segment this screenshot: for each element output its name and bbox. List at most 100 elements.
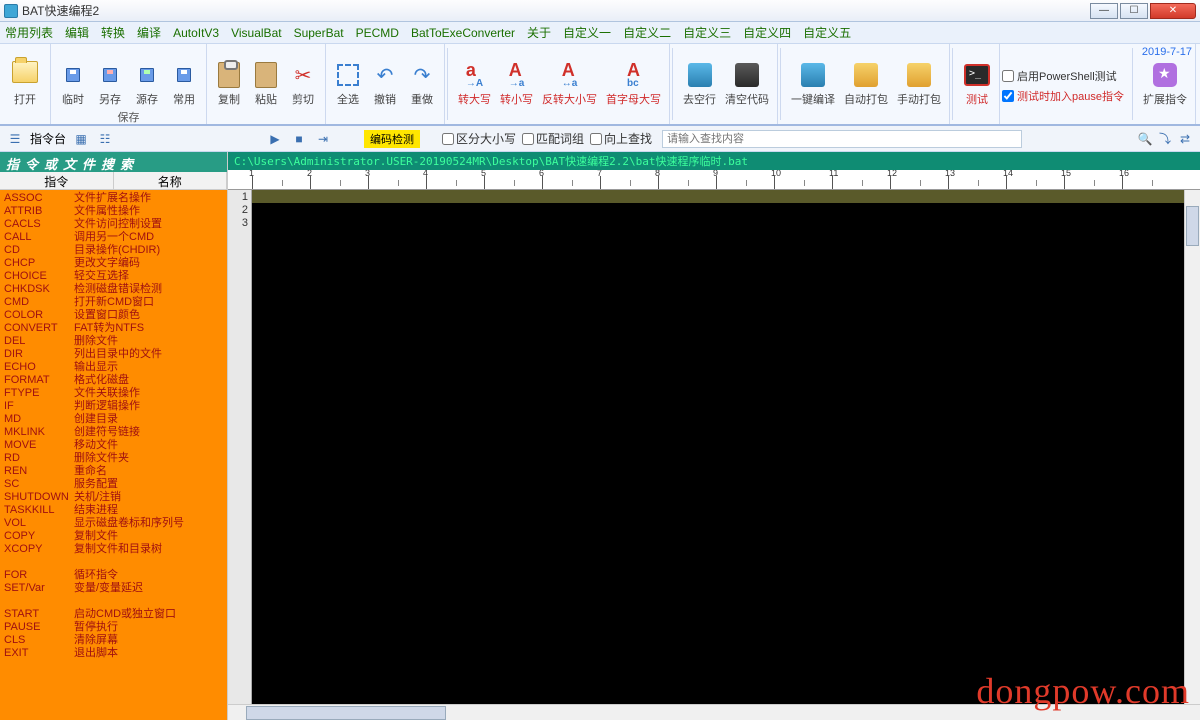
cmd-TASKKILL[interactable]: TASKKILL结束进程 (4, 504, 223, 517)
encoding-check-button[interactable]: 编码检测 (364, 130, 420, 148)
view-icon[interactable]: ▦ (72, 130, 90, 148)
cmd-CALL[interactable]: CALL调用另一个CMD (4, 231, 223, 244)
cmd-FOR[interactable]: FOR循环指令 (4, 569, 223, 582)
secondary-toolbar: ☰ 指令台 ▦ ☷ ▶ ■ ⇥ 编码检测 区分大小写 匹配词组 向上查找 🔍 ⤵… (0, 126, 1200, 152)
cmd-CHKDSK[interactable]: CHKDSK检测磁盘错误检测 (4, 283, 223, 296)
paste-button[interactable]: 粘贴 (248, 46, 284, 109)
cmd-CHOICE[interactable]: CHOICE轻交互选择 (4, 270, 223, 283)
menu-自定义三[interactable]: 自定义三 (683, 24, 731, 41)
menu-编译[interactable]: 编译 (137, 24, 161, 41)
compile-button[interactable]: 一键编译 (787, 46, 839, 109)
cmd-CLS[interactable]: CLS清除屏幕 (4, 634, 223, 647)
manualpack-button[interactable]: 手动打包 (893, 46, 945, 109)
menu-自定义二[interactable]: 自定义二 (623, 24, 671, 41)
cmd-REN[interactable]: REN重命名 (4, 465, 223, 478)
save-0[interactable]: 临时 (55, 46, 91, 109)
horizontal-scrollbar[interactable] (228, 704, 1200, 720)
cmd-PAUSE[interactable]: PAUSE暂停执行 (4, 621, 223, 634)
col-cmd[interactable]: 指令 (0, 172, 114, 189)
cmd-CHCP[interactable]: CHCP更改文字编码 (4, 257, 223, 270)
cmd-MD[interactable]: MD创建目录 (4, 413, 223, 426)
cmd-COPY[interactable]: COPY复制文件 (4, 530, 223, 543)
undo-button[interactable]: ↶撤销 (367, 46, 403, 109)
autopack-button[interactable]: 自动打包 (840, 46, 892, 109)
cmd-SHUTDOWN[interactable]: SHUTDOWN关机/注销 (4, 491, 223, 504)
cmd-IF[interactable]: IF判断逻辑操作 (4, 400, 223, 413)
cut-button[interactable]: ✂剪切 (285, 46, 321, 109)
cmd-CONVERT[interactable]: CONVERTFAT转为NTFS (4, 322, 223, 335)
cmd-MKLINK[interactable]: MKLINK创建符号链接 (4, 426, 223, 439)
chk-up[interactable]: 向上查找 (590, 130, 652, 147)
menu-关于[interactable]: 关于 (527, 24, 551, 41)
col-name[interactable]: 名称 (114, 172, 228, 189)
close-button[interactable]: ✕ (1150, 3, 1196, 19)
command-list[interactable]: ASSOC文件扩展名操作ATTRIB文件属性操作CACLS文件访问控制设置CAL… (0, 190, 227, 720)
menu-BatToExeConverter[interactable]: BatToExeConverter (411, 26, 515, 40)
save-3[interactable]: 常用 (166, 46, 202, 109)
find-next-icon[interactable]: ⤵ (1156, 130, 1174, 148)
run-icon[interactable]: ▶ (266, 130, 284, 148)
first-upper-button[interactable]: Abc首字母大写 (602, 46, 665, 109)
stop-icon[interactable]: ■ (290, 130, 308, 148)
cmd-START[interactable]: START启动CMD或独立窗口 (4, 608, 223, 621)
menu-自定义四[interactable]: 自定义四 (743, 24, 791, 41)
code-editor[interactable] (252, 190, 1184, 704)
save-1[interactable]: 另存 (92, 46, 128, 109)
ruler: 12345678910111213141516 (228, 170, 1200, 190)
search-input[interactable] (662, 130, 1022, 148)
chk-case[interactable]: 区分大小写 (442, 130, 516, 147)
vertical-scrollbar[interactable] (1184, 190, 1200, 704)
maximize-button[interactable]: ☐ (1120, 3, 1148, 19)
cmd-SET/Var[interactable]: SET/Var变量/变量延迟 (4, 582, 223, 595)
menu-SuperBat[interactable]: SuperBat (294, 26, 344, 40)
save-2[interactable]: 源存 (129, 46, 165, 109)
replace-icon[interactable]: ⇄ (1176, 130, 1194, 148)
redo-button[interactable]: ↷重做 (404, 46, 440, 109)
menu-常用列表[interactable]: 常用列表 (5, 24, 53, 41)
menu-自定义五[interactable]: 自定义五 (803, 24, 851, 41)
cmd-COLOR[interactable]: COLOR设置窗口颜色 (4, 309, 223, 322)
selectall-button[interactable]: 全选 (330, 46, 366, 109)
step-icon[interactable]: ⇥ (314, 130, 332, 148)
cmd-DEL[interactable]: DEL删除文件 (4, 335, 223, 348)
copy-button[interactable]: 复制 (211, 46, 247, 109)
cmd-FORMAT[interactable]: FORMAT格式化磁盘 (4, 374, 223, 387)
to-upper-button[interactable]: a→A转大写 (454, 46, 495, 109)
trim-blank-button[interactable]: 去空行 (679, 46, 720, 109)
chk-word[interactable]: 匹配词组 (522, 130, 584, 147)
menu-转换[interactable]: 转换 (101, 24, 125, 41)
cmd-RD[interactable]: RD删除文件夹 (4, 452, 223, 465)
clear-code-button[interactable]: 清空代码 (721, 46, 773, 109)
opt-pause[interactable]: 测试时加入pause指令 (1002, 88, 1124, 104)
open-button[interactable]: 打开 (4, 46, 46, 109)
cmd-MOVE[interactable]: MOVE移动文件 (4, 439, 223, 452)
menu-自定义一[interactable]: 自定义一 (563, 24, 611, 41)
lower-icon: A→a (509, 61, 525, 89)
opt-powershell[interactable]: 启用PowerShell测试 (1002, 68, 1124, 84)
tree-icon[interactable]: ☷ (96, 130, 114, 148)
cmd-CACLS[interactable]: CACLS文件访问控制设置 (4, 218, 223, 231)
menu-VisualBat[interactable]: VisualBat (231, 26, 281, 40)
menubar: 常用列表编辑转换编译 AutoItV3 VisualBat SuperBat PECMD… (0, 22, 1200, 44)
cmd-VOL[interactable]: VOL显示磁盘卷标和序列号 (4, 517, 223, 530)
cmd-CMD[interactable]: CMD打开新CMD窗口 (4, 296, 223, 309)
flip-case-button[interactable]: A↔a反转大小写 (538, 46, 601, 109)
find-icon[interactable]: 🔍 (1136, 130, 1154, 148)
menu-PECMD[interactable]: PECMD (356, 26, 399, 40)
cmd-EXIT[interactable]: EXIT退出脚本 (4, 647, 223, 660)
cmd-XCOPY[interactable]: XCOPY复制文件和目录树 (4, 543, 223, 556)
toggle-panel-icon[interactable]: ☰ (6, 130, 24, 148)
cmd-DIR[interactable]: DIR列出目录中的文件 (4, 348, 223, 361)
menu-编辑[interactable]: 编辑 (65, 24, 89, 41)
cmd-ATTRIB[interactable]: ATTRIB文件属性操作 (4, 205, 223, 218)
cmd-ECHO[interactable]: ECHO输出显示 (4, 361, 223, 374)
cmd-ASSOC[interactable]: ASSOC文件扩展名操作 (4, 192, 223, 205)
cmd-SC[interactable]: SC服务配置 (4, 478, 223, 491)
to-lower-button[interactable]: A→a转小写 (496, 46, 537, 109)
menu-AutoItV3[interactable]: AutoItV3 (173, 26, 219, 40)
trim-icon (688, 63, 712, 87)
cmd-CD[interactable]: CD目录操作(CHDIR) (4, 244, 223, 257)
minimize-button[interactable]: — (1090, 3, 1118, 19)
cmd-FTYPE[interactable]: FTYPE文件关联操作 (4, 387, 223, 400)
test-button[interactable]: 测试 (959, 46, 995, 109)
